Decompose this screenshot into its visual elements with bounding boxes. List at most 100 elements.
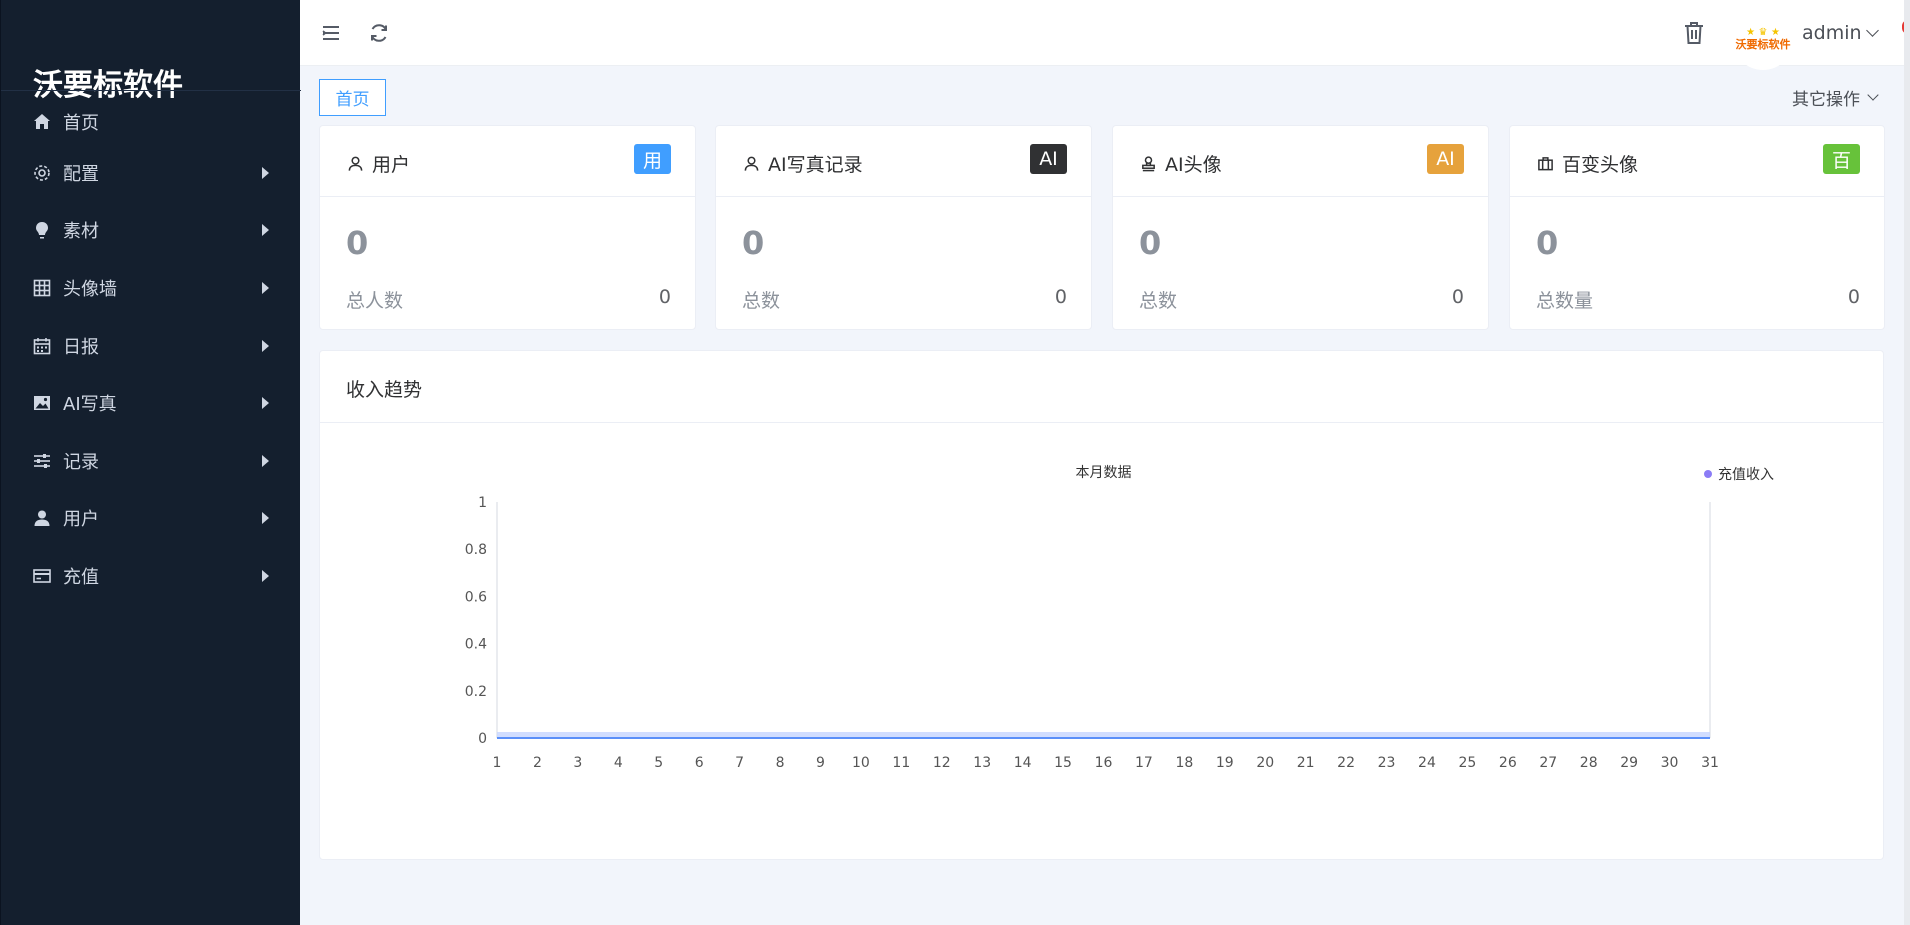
x-tick-label: 13 (973, 755, 991, 771)
y-tick-label: 0.6 (465, 589, 487, 605)
picture-icon (31, 392, 53, 414)
refresh-icon[interactable] (366, 20, 392, 46)
chart-title: 本月数据 (1076, 465, 1132, 481)
other-operations-label: 其它操作 (1792, 90, 1860, 110)
sidebar-item-daily-report[interactable]: 日报 (1, 317, 301, 375)
stat-card-ai-avatar: AI头像 AI 0 总数 0 (1112, 125, 1489, 330)
x-tick-label: 29 (1620, 755, 1638, 771)
sidebar-item-home[interactable]: 首页 (1, 100, 301, 144)
x-tick-label: 14 (1014, 755, 1032, 771)
x-tick-label: 28 (1580, 755, 1598, 771)
card-title: 百变头像 (1536, 150, 1638, 177)
tab-home[interactable]: 首页 (319, 79, 386, 116)
sidebar-item-ai-photo[interactable]: AI写真 (1, 374, 301, 432)
x-tick-label: 23 (1378, 755, 1396, 771)
sidebar-item-label: 素材 (63, 221, 99, 243)
x-tick-label: 7 (735, 755, 744, 771)
gear-icon (31, 162, 53, 184)
card-title: 用户 (346, 150, 410, 177)
caret-right-icon (262, 397, 269, 410)
user-icon (31, 507, 53, 529)
card-sub-value: 0 (1451, 286, 1464, 308)
sidebar-menu: 首页 配置 素材 头像墙 日报 AI写真 记录 用户 充值 (1, 100, 301, 605)
scrollbar[interactable] (1904, 0, 1910, 925)
x-tick-label: 16 (1095, 755, 1113, 771)
sidebar-item-material[interactable]: 素材 (1, 202, 301, 260)
stat-card-ai-photo-records: AI写真记录 AI 0 总数 0 (715, 125, 1092, 330)
x-tick-label: 12 (933, 755, 951, 771)
sidebar-item-label: 充值 (63, 566, 99, 588)
user-menu[interactable]: admin (1802, 22, 1879, 44)
card-title: AI头像 (1139, 150, 1222, 177)
user-outline-icon (346, 155, 364, 173)
x-tick-label: 11 (892, 755, 910, 771)
other-operations-dropdown[interactable]: 其它操作 (1792, 85, 1879, 110)
username: admin (1802, 22, 1862, 44)
card-sub-label: 总数 (1139, 290, 1178, 312)
grid-icon (31, 277, 53, 299)
x-tick-label: 6 (695, 755, 704, 771)
card-sub-value: 0 (1054, 286, 1067, 308)
x-tick-label: 17 (1135, 755, 1153, 771)
x-tick-label: 19 (1216, 755, 1234, 771)
hamburger-icon[interactable] (318, 20, 344, 46)
sidebar-item-label: 记录 (63, 451, 99, 473)
x-tick-label: 5 (654, 755, 663, 771)
sidebar-item-label: 用户 (63, 509, 99, 531)
income-trend-chart: 本月数据 充值收入00.20.40.60.811 2 3 4 5 6 7 8 9 10 11 12 13 1… (465, 465, 1774, 771)
card-value: 0 (742, 224, 765, 262)
sidebar-item-records[interactable]: 记录 (1, 432, 301, 490)
card-value: 0 (1536, 224, 1559, 262)
x-tick-label: 8 (776, 755, 785, 771)
avatar-logo: ★ ♛ ★ 沃要标软件 (1735, 27, 1791, 51)
card-sub-value: 0 (1847, 286, 1860, 308)
x-tick-label: 18 (1175, 755, 1193, 771)
stat-card-variety-avatar: 百变头像 百 0 总数量 0 (1509, 125, 1885, 330)
y-tick-label: 0 (478, 731, 487, 747)
card-value: 0 (346, 224, 369, 262)
chevron-down-icon (1867, 89, 1879, 101)
x-tick-label: 24 (1418, 755, 1436, 771)
brand-title: 沃要标软件 (33, 68, 183, 103)
sidebar-item-users[interactable]: 用户 (1, 490, 301, 548)
x-tick-label: 20 (1256, 755, 1274, 771)
sliders-icon (31, 450, 53, 472)
top-header: ★ ♛ ★ 沃要标软件 admin (300, 0, 1910, 70)
briefcase-icon (1536, 155, 1554, 173)
sidebar-item-recharge[interactable]: 充值 (1, 547, 301, 605)
card-sub-label: 总数量 (1536, 290, 1594, 312)
x-tick-label: 31 (1701, 755, 1719, 771)
card-icon (31, 565, 53, 587)
card-header: AI写真记录 AI (716, 126, 1091, 197)
y-tick-label: 0.4 (465, 637, 487, 653)
chart-panel-title: 收入趋势 (346, 379, 423, 401)
x-tick-label: 26 (1499, 755, 1517, 771)
x-tick-label: 21 (1297, 755, 1315, 771)
card-value: 0 (1139, 224, 1162, 262)
card-header: AI头像 AI (1113, 126, 1488, 197)
card-sub-label: 总数 (742, 290, 781, 312)
card-sub-label: 总人数 (346, 290, 404, 312)
sidebar: 沃要标软件 首页 配置 素材 头像墙 日报 AI写真 记录 用户 充值 (0, 0, 301, 925)
sidebar-item-avatar-wall[interactable]: 头像墙 (1, 259, 301, 317)
chevron-down-icon (1865, 24, 1879, 37)
x-tick-label: 3 (573, 755, 582, 771)
caret-right-icon (262, 339, 269, 352)
x-tick-label: 25 (1458, 755, 1476, 771)
income-trend-panel: 收入趋势 本月数据 充值收入 0 0.2 0.4 0.6 0.8 1 1 2 3 4 5 6 7 8 9 10 11… (319, 350, 1884, 860)
calendar-icon (31, 335, 53, 357)
sidebar-item-label: 头像墙 (63, 278, 117, 300)
chart-panel-header: 收入趋势 (320, 351, 1883, 423)
avatar[interactable]: ★ ♛ ★ 沃要标软件 (1732, 8, 1794, 70)
x-tick-label: 9 (816, 755, 825, 771)
trash-icon[interactable] (1680, 18, 1708, 48)
sidebar-item-config[interactable]: 配置 (1, 144, 301, 202)
caret-right-icon (262, 281, 269, 294)
x-tick-label: 30 (1661, 755, 1679, 771)
sidebar-item-label: AI写真 (63, 394, 117, 416)
card-sub-value: 0 (658, 286, 671, 308)
x-tick-label: 15 (1054, 755, 1072, 771)
x-tick-label: 4 (614, 755, 623, 771)
stat-card-users: 用户 用 0 总人数 0 (319, 125, 696, 330)
sidebar-item-label: 首页 (63, 113, 99, 134)
